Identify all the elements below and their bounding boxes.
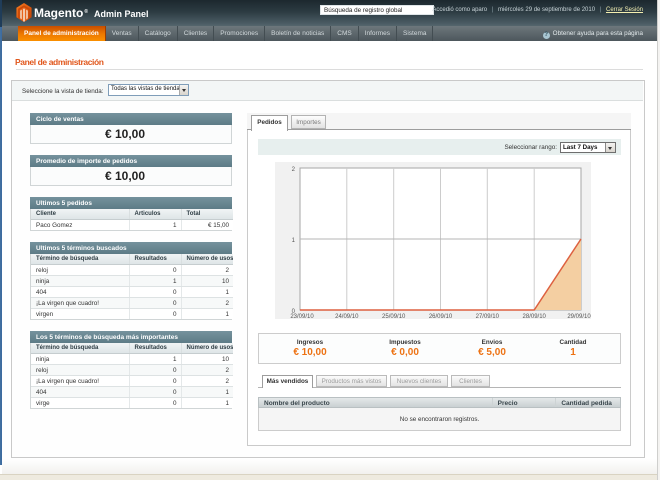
svg-text:24/09/10: 24/09/10 — [335, 314, 359, 319]
svg-text:29/09/10: 29/09/10 — [567, 314, 591, 319]
svg-text:27/09/10: 27/09/10 — [476, 314, 500, 319]
svg-text:28/09/10: 28/09/10 — [523, 314, 547, 319]
svg-text:25/09/10: 25/09/10 — [382, 314, 406, 319]
svg-text:26/09/10: 26/09/10 — [429, 314, 453, 319]
svg-text:23/09/10: 23/09/10 — [290, 314, 314, 319]
